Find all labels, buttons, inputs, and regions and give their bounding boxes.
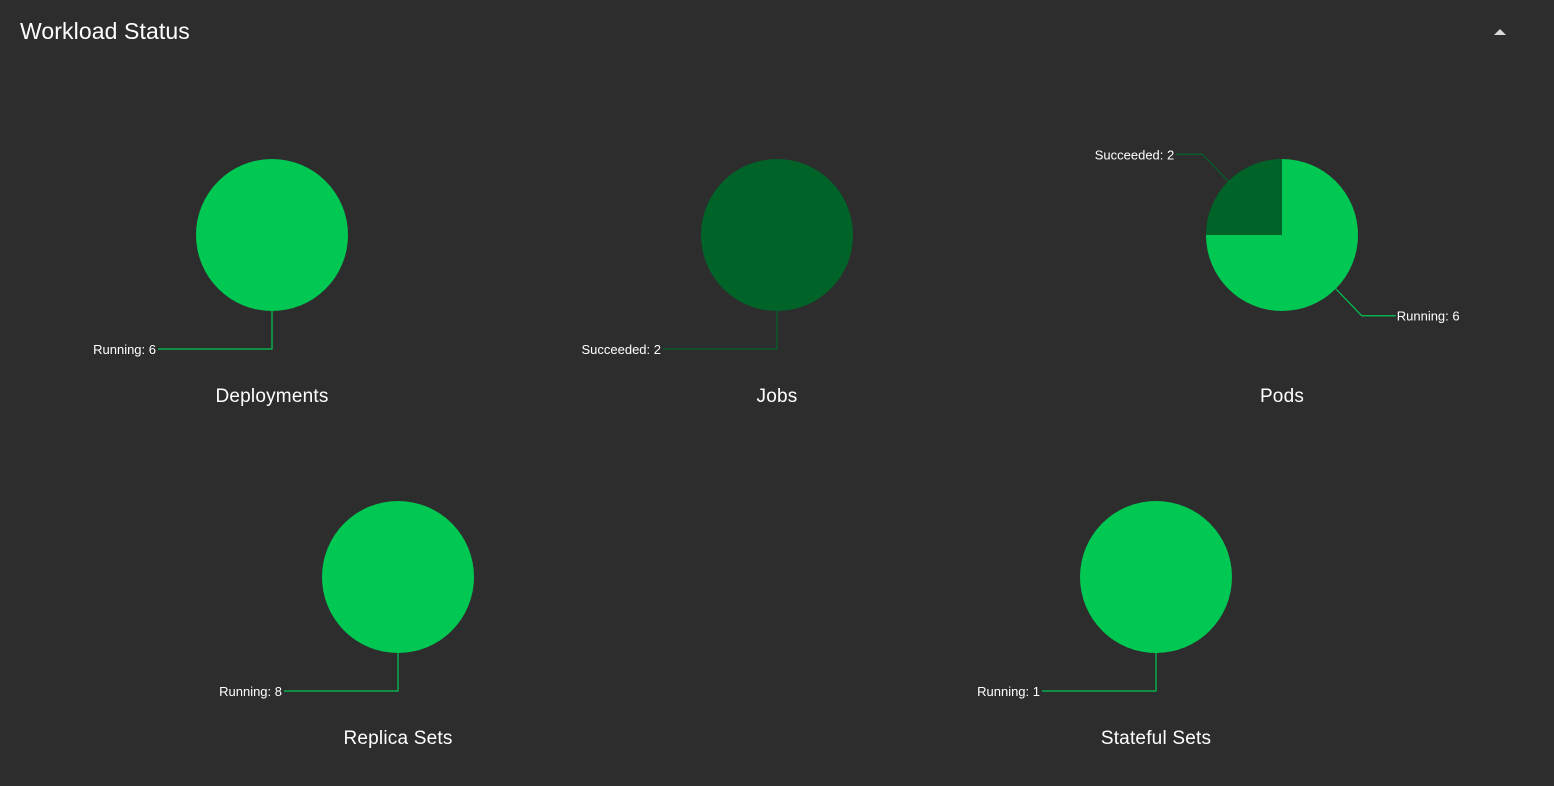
slice-label-succeeded: Succeeded: 2 <box>581 342 661 357</box>
chart-title-pods: Pods <box>1259 386 1305 407</box>
slice-label-running: Running: 1 <box>977 684 1040 699</box>
leader-line-running <box>1042 653 1157 692</box>
leader-line-running <box>284 653 399 692</box>
pie-slice-running[interactable] <box>322 501 474 653</box>
slice-label-running: Running: 6 <box>93 342 156 357</box>
slice-label-succeeded: Succeeded: 2 <box>1095 147 1175 162</box>
pie-chart-deployments: Running: 6 <box>93 159 348 357</box>
pie-chart-jobs: Succeeded: 2 <box>581 159 853 357</box>
pie-slice-running[interactable] <box>196 159 348 311</box>
pie-chart-replica-sets: Running: 8 <box>219 501 474 699</box>
chart-title-stateful-sets: Stateful Sets <box>1100 728 1212 749</box>
pie-chart-stateful-sets: Running: 1 <box>977 501 1232 699</box>
pie-chart-pods: Running: 6 Succeeded: 2 <box>1095 147 1460 323</box>
slice-label-running: Running: 8 <box>219 684 282 699</box>
chart-title-jobs: Jobs <box>756 386 798 407</box>
chart-title-deployments: Deployments <box>215 386 329 407</box>
slice-label-running: Running: 6 <box>1397 309 1460 324</box>
leader-line-succeeded <box>663 311 778 350</box>
leader-line-running <box>158 311 273 350</box>
leader-line-succeeded <box>1176 153 1229 182</box>
pie-slice-succeeded[interactable] <box>701 159 853 311</box>
pie-slice-running[interactable] <box>1080 501 1232 653</box>
leader-line-running <box>1335 288 1396 317</box>
chart-title-replica-sets: Replica Sets <box>343 728 453 749</box>
